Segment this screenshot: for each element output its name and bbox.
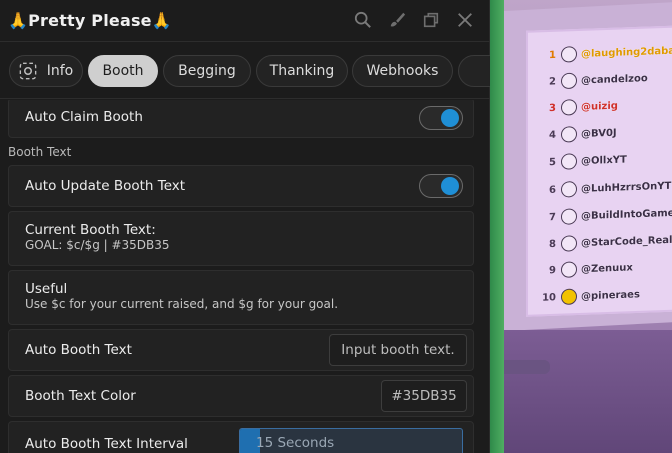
avatar-icon <box>561 153 577 170</box>
leaderboard-name: @StarCode_RealK <box>581 234 672 249</box>
close-icon[interactable] <box>454 9 476 31</box>
auto-booth-text-interval-row: Auto Booth Text Interval 15 Seconds <box>8 421 474 453</box>
leaderboard-name: @OllxYT <box>581 154 627 167</box>
game-post <box>490 0 504 453</box>
useful-title: Useful <box>25 281 68 297</box>
leaderboard-name: @uizig <box>581 100 618 113</box>
auto-claim-toggle[interactable] <box>419 106 463 130</box>
script-panel: 🙏Pretty Please🙏 Info Booth Begging Thank… <box>0 0 490 453</box>
leaderboard-rank: 1 <box>549 49 556 61</box>
useful-text: Use $c for your current raised, and $g f… <box>25 297 339 311</box>
avatar-icon <box>561 208 577 225</box>
leaderboard-rank: 3 <box>549 102 556 114</box>
game-floor <box>490 330 672 453</box>
interval-value: 15 Seconds <box>256 435 335 451</box>
tab-overflow[interactable] <box>458 55 490 87</box>
tab-begging[interactable]: Begging <box>163 55 251 87</box>
avatar-icon <box>561 288 577 306</box>
tab-booth-label: Booth <box>102 63 144 79</box>
leaderboard-name: @BuildIntoGame.D <box>581 206 672 222</box>
avatar-icon <box>561 126 577 143</box>
avatar-icon <box>561 181 577 198</box>
auto-claim-row: Auto Claim Booth <box>8 100 474 138</box>
auto-claim-label: Auto Claim Booth <box>25 109 143 125</box>
avatar-icon <box>561 261 577 278</box>
leaderboard-rank: 2 <box>549 75 556 88</box>
tab-webhooks[interactable]: Webhooks <box>352 55 453 87</box>
auto-update-row: Auto Update Booth Text <box>8 165 474 207</box>
booth-text-color-label: Booth Text Color <box>25 388 136 404</box>
auto-booth-text-input[interactable]: Input booth text. <box>329 334 467 366</box>
leaderboard-rank: 7 <box>549 211 556 223</box>
tab-begging-label: Begging <box>178 63 236 79</box>
tab-thanking[interactable]: Thanking <box>256 55 348 87</box>
window-title: 🙏Pretty Please🙏 <box>8 10 172 30</box>
leaderboard-row: 9 @Zenuux <box>542 258 633 279</box>
leaderboard-name: @BV0J <box>581 127 617 140</box>
titlebar[interactable]: 🙏Pretty Please🙏 <box>0 0 490 40</box>
current-booth-text-card: Current Booth Text: GOAL: $c/$g | #35DB3… <box>8 211 474 266</box>
avatar-icon <box>561 72 577 90</box>
avatar-icon <box>561 235 577 252</box>
auto-booth-text-row: Auto Booth Text Input booth text. <box>8 329 474 371</box>
current-booth-text-title: Current Booth Text: <box>25 222 156 238</box>
leaderboard-rank: 5 <box>549 156 556 168</box>
leaderboard-rank: 9 <box>549 264 556 276</box>
current-booth-text-value: GOAL: $c/$g | #35DB35 <box>25 238 170 252</box>
booth-content: Auto Claim Booth Booth Text Auto Update … <box>0 100 490 453</box>
auto-booth-text-label: Auto Booth Text <box>25 342 132 358</box>
tab-info-label: Info <box>46 63 74 79</box>
toggle-knob <box>441 177 459 195</box>
leaderboard-rank: 10 <box>542 291 556 304</box>
avatar-icon <box>561 46 577 63</box>
tab-info[interactable]: Info <box>9 55 83 87</box>
leaderboard-row: 3 @uizig <box>542 97 618 118</box>
useful-card: Useful Use $c for your current raised, a… <box>8 270 474 325</box>
tab-booth[interactable]: Booth <box>88 55 158 87</box>
leaderboard-name: @Zenuux <box>581 261 633 275</box>
leaderboard-name: @LuhHzrrsOnYT <box>581 180 672 195</box>
auto-booth-text-interval-label: Auto Booth Text Interval <box>25 436 188 452</box>
toggle-knob <box>441 109 459 127</box>
interval-slider[interactable]: 15 Seconds <box>239 428 463 453</box>
booth-text-section-label: Booth Text <box>8 145 72 159</box>
leaderboard-name: @pineraes <box>581 288 640 302</box>
leaderboard-row: 10 @pineraes <box>542 285 640 306</box>
search-icon[interactable] <box>352 9 374 31</box>
brush-icon[interactable] <box>386 9 408 31</box>
leaderboard-row: 5 @OllxYT <box>542 151 627 172</box>
tab-thanking-label: Thanking <box>269 63 335 79</box>
game-viewport: 1 @laughing2daba 2 @candelzoo 3 @uizig 4 @BV0J 5… <box>490 0 672 453</box>
leaderboard-name: @candelzoo <box>581 72 648 86</box>
tab-bar: Info Booth Begging Thanking Webhooks <box>0 41 490 99</box>
avatar-icon <box>561 99 577 116</box>
leaderboard-rank: 4 <box>549 129 556 141</box>
auto-update-toggle[interactable] <box>419 174 463 198</box>
booth-text-color-input[interactable]: #35DB35 <box>381 380 467 412</box>
copy-icon[interactable] <box>420 9 442 31</box>
settings-icon <box>19 61 39 81</box>
leaderboard-rank: 8 <box>549 238 556 250</box>
leaderboard-rank: 6 <box>549 184 556 196</box>
booth-text-color-row: Booth Text Color #35DB35 <box>8 375 474 417</box>
tab-webhooks-label: Webhooks <box>366 63 439 79</box>
leaderboard-row: 4 @BV0J <box>542 124 617 145</box>
leaderboard-row: 2 @candelzoo <box>542 69 648 91</box>
leaderboard-name: @laughing2daba <box>581 45 672 60</box>
auto-update-label: Auto Update Booth Text <box>25 178 186 194</box>
